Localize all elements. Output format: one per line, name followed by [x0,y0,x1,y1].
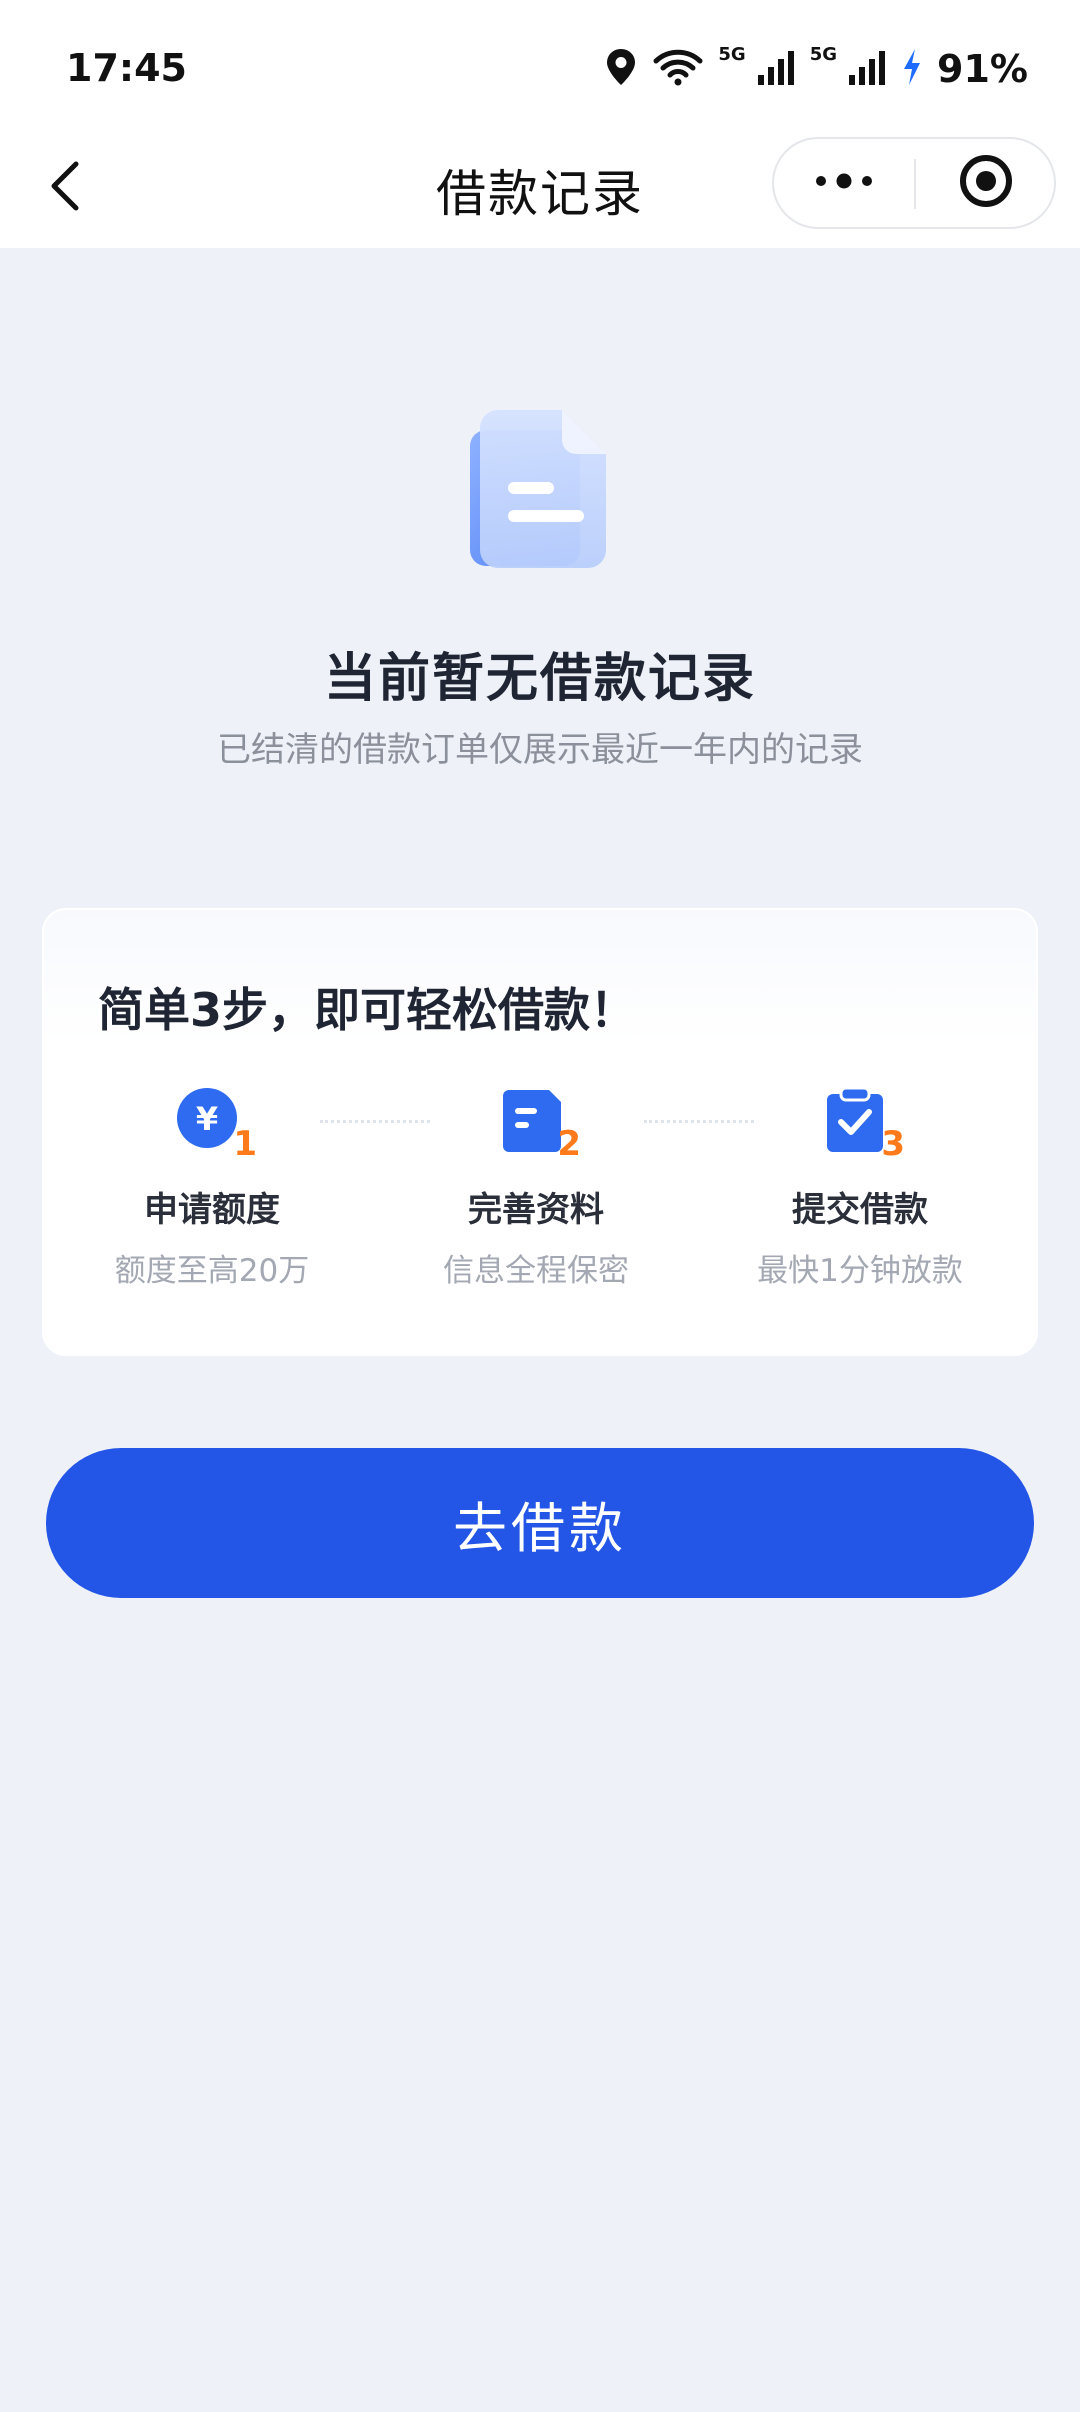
step-number: 1 [233,1124,257,1164]
empty-state-subtitle: 已结清的借款订单仅展示最近一年内的记录 [217,730,863,770]
step-submit-loan: 3 提交借款 最快1分钟放款 [710,1086,1010,1290]
step-desc: 额度至高20万 [114,1253,310,1289]
step-desc: 信息全程保密 [443,1253,629,1289]
more-dots-icon [813,173,875,193]
target-circle-icon [958,153,1014,213]
step-desc: 最快1分钟放款 [757,1253,963,1289]
more-button[interactable] [774,139,914,227]
svg-text:¥: ¥ [196,1100,218,1138]
step-number: 2 [557,1124,581,1164]
wifi-icon [652,47,704,91]
close-miniprogram-button[interactable] [916,139,1056,227]
empty-state-title: 当前暂无借款记录 [323,649,756,709]
document-icon [464,406,616,572]
steps-card: 简单3步，即可轻松借款！ ¥ 1 申请额度 额度至高20万 2 完善资料 信息全… [42,908,1038,1356]
yen-coin-icon: ¥ 1 [177,1086,257,1164]
steps-card-title: 简单3步，即可轻松借款！ [98,983,637,1037]
battery-percent: 91% [937,47,1028,91]
go-borrow-button[interactable]: 去借款 [46,1448,1034,1598]
step-complete-info: 2 完善资料 信息全程保密 [386,1086,686,1290]
status-bar: 17:45 5G 5G 91% [0,0,1080,128]
signal-icon [847,47,887,91]
nav-bar: 借款记录 [0,128,1080,248]
signal-icon [756,47,796,91]
signal-1-label: 5G [718,44,746,65]
miniprogram-capsule [772,137,1056,229]
step-name: 完善资料 [468,1190,604,1230]
step-number: 3 [881,1124,905,1164]
step-apply-quota: ¥ 1 申请额度 额度至高20万 [62,1086,362,1290]
form-doc-icon: 2 [501,1086,581,1164]
step-name: 提交借款 [792,1190,928,1230]
location-icon [604,47,638,91]
status-icons: 5G 5G 91% [604,44,1028,94]
step-name: 申请额度 [144,1190,280,1230]
status-time: 17:45 [66,46,187,90]
signal-2-label: 5G [809,44,838,65]
charging-icon [901,47,923,91]
clipboard-check-icon: 3 [825,1086,905,1164]
